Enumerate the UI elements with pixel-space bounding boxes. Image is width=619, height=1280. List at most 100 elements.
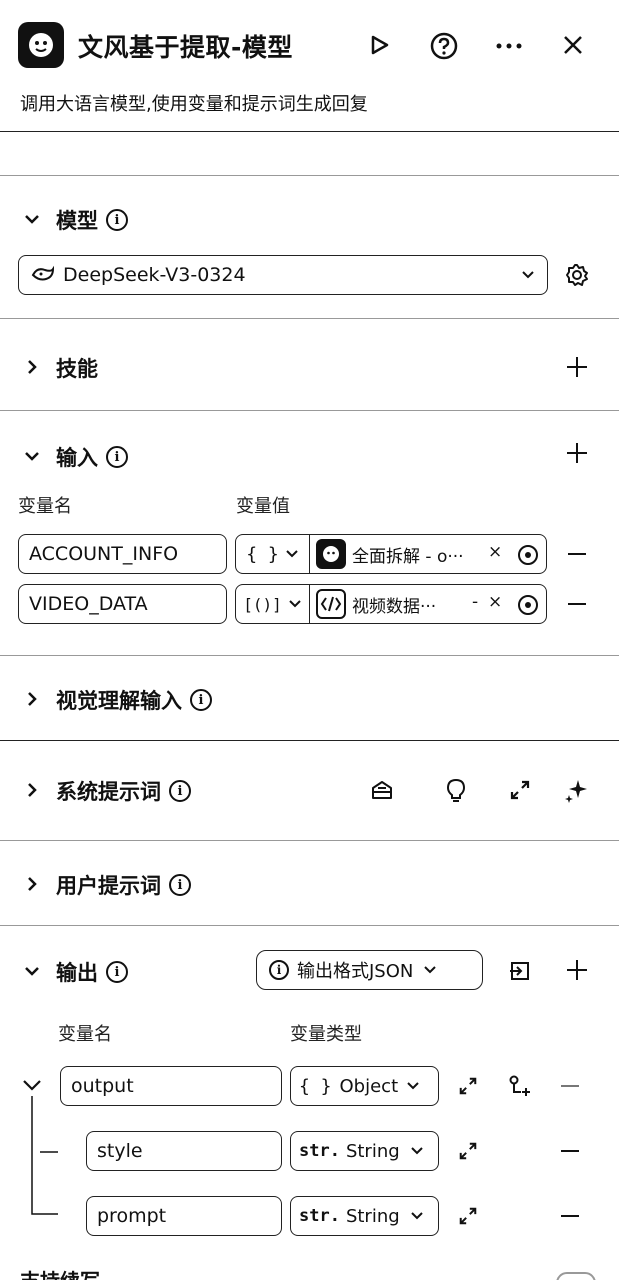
chevron-right-icon[interactable] <box>22 780 42 800</box>
divider <box>0 925 619 926</box>
ai-sparkle-icon[interactable] <box>562 776 592 804</box>
info-icon[interactable]: i <box>106 209 128 231</box>
remove-input-minus-icon[interactable] <box>568 553 586 555</box>
chevron-down-icon[interactable] <box>22 961 42 981</box>
divider <box>0 131 619 132</box>
add-child-icon[interactable] <box>506 1073 534 1099</box>
reference-separator: - <box>472 592 479 612</box>
section-title: 模型 <box>56 209 98 233</box>
node-title[interactable]: 文风基于提取-模型 <box>78 28 293 64</box>
lightbulb-icon[interactable] <box>442 776 470 804</box>
chevron-down-icon <box>410 1147 423 1155</box>
info-icon[interactable]: i <box>190 689 212 711</box>
workflow-node-icon <box>316 539 346 569</box>
chevron-right-icon[interactable] <box>22 357 42 377</box>
system-prompt-section-header[interactable]: 系统提示词 i <box>56 776 191 806</box>
output-format-label: 输出格式JSON <box>297 961 414 982</box>
tree-connector <box>23 1080 58 1215</box>
divider <box>0 655 619 656</box>
chevron-down-icon[interactable] <box>22 446 42 466</box>
section-title: 用户提示词 <box>56 874 161 898</box>
add-skill-plus-icon[interactable] <box>567 357 587 377</box>
divider <box>0 840 619 841</box>
type-select[interactable]: [()] <box>236 585 310 623</box>
output-format-select[interactable]: i 输出格式JSON <box>256 950 483 990</box>
output-type-select[interactable]: { } Object <box>290 1066 439 1106</box>
add-output-plus-icon[interactable] <box>567 960 587 980</box>
input-variable-value[interactable]: [()] 视频数据··· - × <box>235 584 547 624</box>
section-title: 视觉理解输入 <box>56 689 182 713</box>
output-variable-name[interactable]: style <box>86 1131 282 1171</box>
deepseek-logo-icon <box>31 265 55 281</box>
expand-icon[interactable] <box>456 1075 480 1097</box>
code-node-icon <box>316 589 346 619</box>
chevron-down-icon[interactable] <box>22 209 42 229</box>
output-variable-name[interactable]: prompt <box>86 1196 282 1236</box>
input-variable-value[interactable]: { } 全面拆解 - o··· × <box>235 534 547 574</box>
section-title: 输出 <box>56 961 98 985</box>
variable-reference: 视频数据··· <box>352 596 437 617</box>
variable-reference: 全面拆解 - o··· <box>352 546 464 567</box>
divider <box>0 175 619 176</box>
input-variable-name[interactable]: ACCOUNT_INFO <box>18 534 227 574</box>
skills-section-header[interactable]: 技能 <box>56 353 98 383</box>
section-title: 系统提示词 <box>56 780 161 804</box>
remove-output-minus-icon[interactable] <box>561 1085 579 1087</box>
chevron-down-icon <box>289 600 301 608</box>
chevron-down-icon <box>522 271 534 279</box>
add-input-plus-icon[interactable] <box>567 443 587 463</box>
close-icon[interactable] <box>560 32 586 58</box>
section-title: 输入 <box>56 446 98 470</box>
node-description: 调用大语言模型,使用变量和提示词生成回复 <box>20 94 368 115</box>
info-icon[interactable]: i <box>169 780 191 802</box>
input-section-header[interactable]: 输入 i <box>56 442 128 472</box>
input-variable-name[interactable]: VIDEO_DATA <box>18 584 227 624</box>
type-select[interactable]: { } <box>236 535 310 573</box>
output-type-select[interactable]: str. String <box>290 1196 439 1236</box>
run-icon[interactable] <box>366 32 392 58</box>
import-icon[interactable] <box>506 958 534 984</box>
variable-picker-icon[interactable] <box>516 593 540 617</box>
info-icon[interactable]: i <box>106 446 128 468</box>
expand-icon[interactable] <box>456 1140 480 1162</box>
user-prompt-section-header[interactable]: 用户提示词 i <box>56 870 191 900</box>
chevron-down-icon <box>407 1082 419 1090</box>
more-icon[interactable] <box>494 34 524 58</box>
output-type-select[interactable]: str. String <box>290 1131 439 1171</box>
expand-icon[interactable] <box>456 1205 480 1227</box>
variable-picker-icon[interactable] <box>516 543 540 567</box>
section-title: 技能 <box>56 357 98 381</box>
clear-reference-x-icon[interactable]: × <box>488 542 502 562</box>
prompt-library-icon[interactable] <box>368 776 396 804</box>
expand-icon[interactable] <box>506 776 534 804</box>
app-logo-icon <box>18 22 64 68</box>
chevron-right-icon[interactable] <box>22 874 42 894</box>
help-icon[interactable] <box>428 30 460 62</box>
model-section-header[interactable]: 模型 i <box>56 205 128 235</box>
info-icon: i <box>269 960 289 980</box>
chevron-down-icon <box>410 1212 423 1220</box>
chevron-down-icon <box>286 550 298 558</box>
remove-output-minus-icon[interactable] <box>561 1150 579 1152</box>
divider <box>0 740 619 741</box>
column-header-type: 变量类型 <box>290 1024 362 1045</box>
model-select[interactable]: DeepSeek-V3-0324 <box>18 255 548 295</box>
remove-input-minus-icon[interactable] <box>568 603 586 605</box>
vision-input-section-header[interactable]: 视觉理解输入 i <box>56 685 212 715</box>
model-settings-gear-icon[interactable] <box>563 261 591 289</box>
chevron-down-icon <box>424 966 437 974</box>
info-icon[interactable]: i <box>106 961 128 983</box>
toggle-switch[interactable] <box>556 1272 596 1280</box>
chevron-right-icon[interactable] <box>22 689 42 709</box>
info-icon[interactable]: i <box>169 874 191 896</box>
continue-writing-label: 支持续写 <box>20 1268 100 1280</box>
output-variable-name[interactable]: output <box>60 1066 282 1106</box>
divider <box>0 410 619 411</box>
clear-reference-x-icon[interactable]: × <box>488 592 502 612</box>
output-section-header[interactable]: 输出 i <box>56 957 128 987</box>
remove-output-minus-icon[interactable] <box>561 1215 579 1217</box>
model-name: DeepSeek-V3-0324 <box>63 264 246 286</box>
column-header-value: 变量值 <box>236 496 290 517</box>
column-header-name: 变量名 <box>18 496 72 517</box>
divider <box>0 318 619 319</box>
